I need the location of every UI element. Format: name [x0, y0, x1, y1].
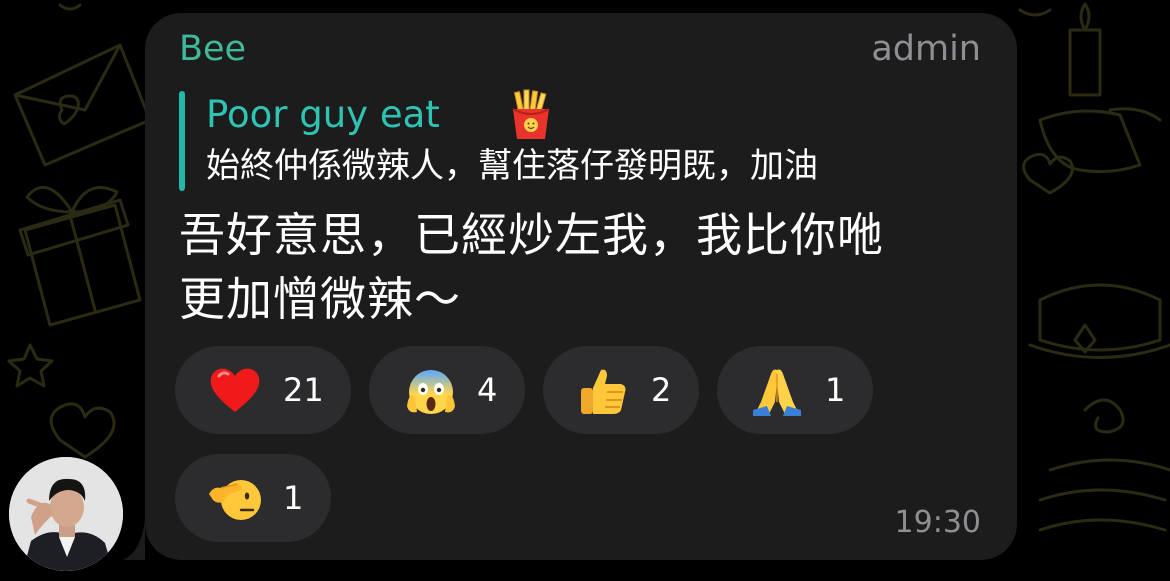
red-heart-icon — [207, 362, 263, 418]
face-screaming-in-fear-icon — [403, 362, 459, 418]
sender-avatar[interactable] — [9, 457, 123, 571]
reaction-count: 1 — [825, 371, 846, 409]
reply-accent-bar — [179, 91, 185, 191]
reaction-count: 4 — [477, 371, 498, 409]
sender-name[interactable]: Bee — [179, 27, 246, 71]
reaction-scream[interactable]: 4 — [369, 346, 525, 434]
message-bubble[interactable]: Bee admin Poor guy eat 始終仲係微辣人，幫住落仔發明既，加… — [145, 13, 1017, 560]
reply-quote[interactable]: Poor guy eat 始終仲係微辣人，幫住落仔發明既，加油 — [179, 89, 979, 203]
reply-text: 始終仲係微辣人，幫住落仔發明既，加油 — [206, 146, 818, 186]
reaction-count: 21 — [283, 371, 324, 409]
thumbs-up-icon — [575, 362, 631, 418]
reaction-folded-hands[interactable]: 1 — [717, 346, 873, 434]
sender-role-badge: admin — [871, 29, 981, 69]
message-text: 吾好意思，已經炒左我，我比你咃 更加憎微辣～ — [179, 203, 979, 331]
folded-hands-icon — [749, 362, 805, 418]
reaction-salute[interactable]: 1 — [175, 454, 331, 542]
reaction-thumbs-up[interactable]: 2 — [543, 346, 699, 434]
reply-author: Poor guy eat — [206, 93, 440, 136]
saluting-face-icon — [207, 470, 263, 526]
french-fries-icon — [505, 89, 557, 141]
message-timestamp: 19:30 — [894, 505, 981, 540]
reaction-count: 2 — [651, 371, 672, 409]
message-line: 更加憎微辣～ — [179, 272, 461, 326]
reaction-count: 1 — [283, 479, 304, 517]
message-line: 吾好意思，已經炒左我，我比你咃 — [179, 208, 884, 262]
reaction-heart[interactable]: 21 — [175, 346, 351, 434]
